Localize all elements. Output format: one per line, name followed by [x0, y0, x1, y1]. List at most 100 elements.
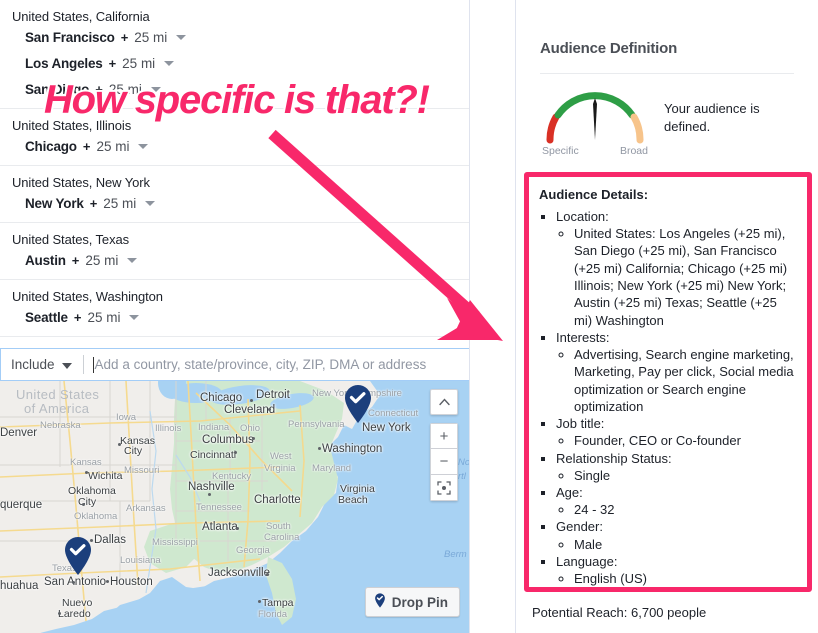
audience-detail-value: Single [574, 467, 797, 484]
map-city-dot [72, 581, 75, 584]
add-radius-icon[interactable]: + [121, 30, 129, 45]
map-pin-austin[interactable] [63, 536, 93, 576]
audience-detail-value: English (US) [574, 570, 797, 587]
audience-detail-item: Interests:Advertising, Search engine mar… [556, 329, 797, 415]
chevron-down-icon[interactable] [61, 362, 72, 369]
audience-status-message: Your audience is defined. [664, 101, 760, 134]
add-radius-icon[interactable]: + [90, 196, 98, 211]
location-radius-value[interactable]: 25 mi [85, 253, 118, 268]
audience-detail-value: Male [574, 536, 797, 553]
audience-details-list: Location:United States: Los Angeles (+25… [556, 208, 797, 587]
location-city-row[interactable]: New York +25 mi [0, 192, 469, 218]
location-city-name: Chicago [25, 139, 77, 154]
map-city-dot [268, 408, 271, 411]
gauge-label-specific: Specific [542, 145, 579, 157]
screenshot-root: United States, California San Francisco +2… [0, 0, 818, 633]
chevron-down-icon[interactable] [138, 144, 149, 149]
pin-icon [374, 593, 386, 611]
audience-detail-value: Founder, CEO or Co-founder [574, 432, 797, 449]
audience-detail-values: Male [574, 536, 797, 553]
zoom-controls[interactable]: + − [430, 423, 458, 501]
add-radius-icon[interactable]: + [83, 139, 91, 154]
location-include-bar[interactable]: Include Add a country, state/province, c… [0, 348, 469, 381]
map-city-dot [82, 503, 85, 506]
audience-detail-label: Age: [556, 485, 583, 500]
location-region-label: United States, Texas [12, 232, 129, 247]
zoom-out-button[interactable]: − [430, 449, 458, 475]
audience-definition-panel: Audience Definition Specific Broad Your … [515, 0, 818, 633]
gauge-label-broad: Broad [619, 145, 648, 157]
chevron-down-icon[interactable] [129, 315, 140, 320]
recenter-icon[interactable] [430, 475, 458, 501]
audience-detail-item: Job title:Founder, CEO or Co-founder [556, 415, 797, 449]
location-region-label: United States, California [12, 9, 150, 24]
page-title: Audience Definition [540, 40, 678, 57]
map-city-dot [266, 573, 269, 576]
gauge-arc [546, 92, 644, 144]
zoom-in-button[interactable]: + [430, 423, 458, 449]
map-city-dot [318, 447, 321, 450]
gauge-scale-labels: Specific Broad [540, 145, 650, 157]
location-search-input[interactable]: Add a country, state/province, city, ZIP… [95, 357, 427, 372]
chevron-down-icon[interactable] [127, 258, 138, 263]
chevron-down-icon[interactable] [164, 61, 175, 66]
audience-detail-value: Advertising, Search engine marketing, Ma… [574, 346, 797, 415]
add-radius-icon[interactable]: + [109, 56, 117, 71]
add-radius-icon[interactable]: + [74, 310, 82, 325]
map-city-dot [85, 471, 88, 474]
chevron-down-icon[interactable] [176, 35, 187, 40]
map-city-dot [208, 493, 211, 496]
divider [82, 355, 84, 374]
potential-reach-label: Potential Reach: 6,700 people [532, 605, 707, 620]
location-region-label: United States, New York [12, 175, 150, 190]
location-radius-value[interactable]: 25 mi [87, 310, 120, 325]
drop-pin-button[interactable]: Drop Pin [364, 587, 460, 617]
audience-detail-values: Founder, CEO or Co-founder [574, 432, 797, 449]
map-pin-new-york[interactable] [343, 384, 373, 424]
map-city-dot [236, 527, 239, 530]
chevron-down-icon[interactable] [145, 201, 156, 206]
annotation-text: How specific is that?! [42, 76, 432, 124]
audience-detail-value: United States: Los Angeles (+25 mi), San… [574, 225, 797, 329]
location-city-row[interactable]: Chicago +25 mi [0, 135, 469, 161]
map-city-dot [106, 580, 109, 583]
location-region-label: United States, Washington [12, 289, 163, 304]
location-city-row[interactable]: Austin +25 mi [0, 249, 469, 275]
chevron-up-icon[interactable] [430, 389, 458, 415]
audience-detail-label: Job title: [556, 416, 605, 432]
map-controls[interactable]: + − [430, 389, 458, 501]
map-city-dot [58, 612, 61, 615]
location-city-row[interactable]: Seattle +25 mi [0, 306, 469, 332]
audience-detail-label: Gender: [556, 519, 603, 535]
audience-detail-item: Gender:Male [556, 518, 797, 552]
location-group: United States, New York New York +25 mi [0, 166, 469, 223]
location-group: United States, Washington Seattle +25 mi [0, 280, 469, 337]
audience-detail-label: Relationship Status: [556, 450, 672, 466]
location-city-name: Austin [25, 253, 66, 268]
location-city-name: Los Angeles [25, 56, 103, 71]
map-city-dot [250, 399, 253, 402]
audience-details-box: Audience Details: Location:United States… [524, 172, 812, 592]
audience-detail-values: United States: Los Angeles (+25 mi), San… [574, 225, 797, 329]
location-radius-value[interactable]: 25 mi [103, 196, 136, 211]
audience-detail-value: 24 - 32 [574, 501, 797, 518]
location-radius-value[interactable]: 25 mi [96, 139, 129, 154]
audience-detail-values: 24 - 32 [574, 501, 797, 518]
selected-locations-list: United States, California San Francisco +2… [0, 0, 469, 337]
audience-detail-values: English (US) [574, 570, 797, 587]
map-city-dot [234, 451, 237, 454]
location-group: United States, Texas Austin +25 mi [0, 223, 469, 280]
include-mode-label[interactable]: Include [11, 357, 55, 372]
audience-detail-item: Age:24 - 32 [556, 484, 797, 518]
audience-detail-label: Interests: [556, 329, 610, 345]
location-city-name: San Francisco [25, 30, 115, 45]
audience-detail-label: Language: [556, 553, 618, 569]
location-radius-value[interactable]: 25 mi [122, 56, 155, 71]
location-city-row[interactable]: Los Angeles +25 mi [0, 52, 469, 78]
location-radius-value[interactable]: 25 mi [134, 30, 167, 45]
add-radius-icon[interactable]: + [72, 253, 80, 268]
audience-detail-item: Language:English (US) [556, 553, 797, 587]
map-city-dot [118, 443, 121, 446]
map-view[interactable]: United States of America Nebraska Iowa Kansa… [0, 381, 469, 633]
location-city-row[interactable]: San Francisco +25 mi [0, 26, 469, 52]
